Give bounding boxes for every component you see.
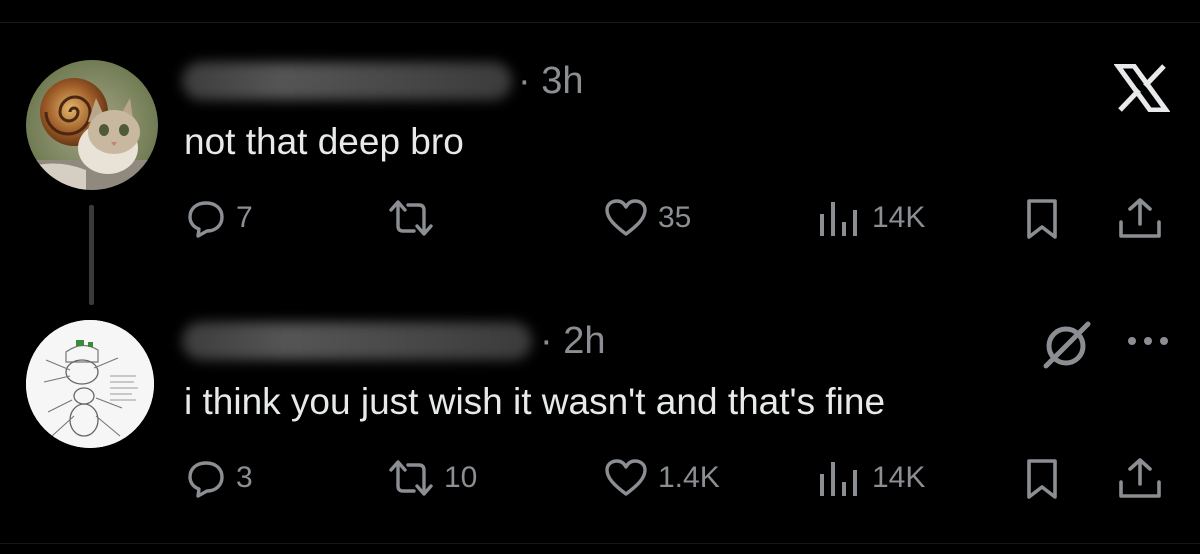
- timestamp[interactable]: · 2h: [540, 322, 605, 360]
- more-icon[interactable]: [1126, 334, 1170, 353]
- repost-button[interactable]: 10: [388, 458, 477, 498]
- share-button[interactable]: [1116, 196, 1164, 240]
- grok-icon[interactable]: [1040, 318, 1096, 375]
- heart-icon: [605, 459, 647, 496]
- username-blurred[interactable]: [182, 62, 512, 100]
- reply-count: 3: [236, 461, 253, 494]
- analytics-icon: [820, 462, 857, 496]
- thread-connector: [89, 205, 94, 305]
- avatar[interactable]: [26, 320, 154, 448]
- share-button[interactable]: [1116, 456, 1164, 500]
- view-count: 14K: [872, 461, 926, 494]
- like-button[interactable]: 1.4K: [604, 458, 720, 498]
- share-icon: [1119, 198, 1161, 238]
- avatar[interactable]: [26, 60, 158, 190]
- reply-icon: [188, 461, 224, 498]
- bookmark-button[interactable]: [1024, 458, 1060, 500]
- timestamp[interactable]: · 3h: [518, 62, 583, 100]
- reply-button[interactable]: 7: [186, 198, 253, 238]
- screenshot-frame: · 3h not that deep bro 7 35 14K · 2h i t…: [0, 0, 1200, 554]
- sketch-avatar: [26, 320, 154, 448]
- bookmark-icon: [1027, 199, 1057, 239]
- reply-count: 7: [236, 201, 253, 234]
- heart-icon: [605, 199, 647, 236]
- bookmark-icon: [1027, 459, 1057, 499]
- snail-cat-avatar: [26, 60, 158, 190]
- like-button[interactable]: 35: [604, 198, 691, 238]
- views-button[interactable]: 14K: [818, 198, 925, 238]
- views-button[interactable]: 14K: [818, 458, 925, 498]
- tweet-text: i think you just wish it wasn't and that…: [184, 381, 886, 422]
- reply-icon: [188, 201, 224, 238]
- repost-count: 10: [444, 461, 478, 494]
- like-count: 1.4K: [658, 461, 720, 494]
- tweet-text: not that deep bro: [184, 121, 464, 162]
- share-icon: [1119, 458, 1161, 498]
- reply-button[interactable]: 3: [186, 458, 253, 498]
- bookmark-button[interactable]: [1024, 198, 1060, 240]
- divider: [0, 22, 1200, 23]
- username-blurred[interactable]: [182, 322, 532, 360]
- view-count: 14K: [872, 201, 926, 234]
- repost-button[interactable]: [388, 198, 444, 238]
- divider: [0, 543, 1200, 544]
- like-count: 35: [658, 201, 692, 234]
- x-logo-icon: [1113, 63, 1171, 117]
- analytics-icon: [820, 202, 857, 236]
- repost-icon: [389, 200, 433, 236]
- repost-icon: [389, 460, 433, 496]
